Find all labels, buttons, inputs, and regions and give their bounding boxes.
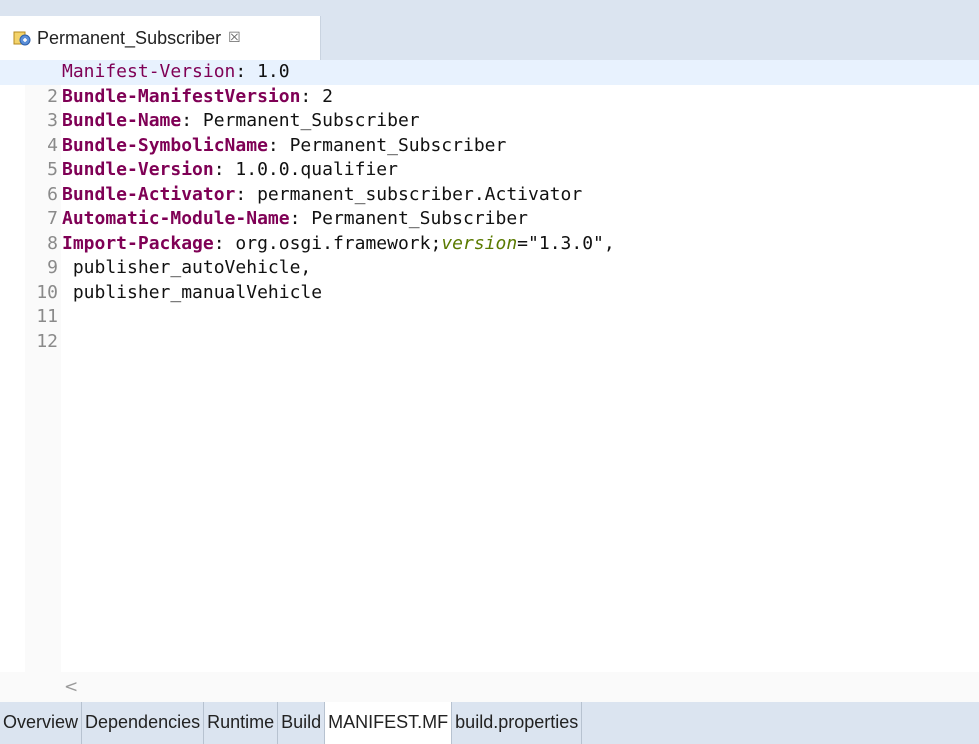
continuation-text: publisher_manualVehicle <box>62 281 323 303</box>
page-tab-manifest-mf[interactable]: MANIFEST.MF <box>325 702 453 744</box>
line-number: 12 <box>36 330 58 352</box>
header-separator: : <box>213 159 236 180</box>
line-number: 5 <box>47 159 58 180</box>
line-number: 10 <box>36 281 58 303</box>
manifest-header-value: Permanent_Subscriber <box>289 134 507 156</box>
manifest-header-value: org.osgi.framework; <box>235 232 442 254</box>
code-line[interactable]: Import-Package: org.osgi.framework;versi… <box>61 232 979 257</box>
horizontal-scrollbar[interactable]: < <box>0 672 979 702</box>
manifest-header-key: Manifest-Version <box>62 61 236 82</box>
line-number-ruler: 123456789101112 <box>25 60 61 672</box>
attribute-equals: = <box>517 232 529 254</box>
code-line[interactable]: Bundle-Name: Permanent_Subscriber <box>61 109 979 134</box>
line-number: 11 <box>36 306 58 327</box>
manifest-header-value: Permanent_Subscriber <box>311 208 529 229</box>
header-separator: : <box>289 208 312 229</box>
manifest-header-value: permanent_subscriber.Activator <box>257 183 583 205</box>
manifest-text-editor[interactable]: 123456789101112 Manifest-Version: 1.0Bun… <box>0 60 979 672</box>
header-separator: : <box>300 85 323 107</box>
line-number: 8 <box>47 232 58 254</box>
header-separator: : <box>213 232 236 254</box>
page-tab-build-properties[interactable]: build.properties <box>452 702 583 744</box>
code-line[interactable]: publisher_autoVehicle, <box>61 256 979 281</box>
editor-tab-strip: Permanent_Subscriber ☒ <box>0 0 979 60</box>
code-line[interactable]: Bundle-Activator: permanent_subscriber.A… <box>61 183 979 208</box>
code-line[interactable]: Bundle-Version: 1.0.0.qualifier <box>61 158 979 183</box>
manifest-header-key: Import-Package <box>62 232 214 254</box>
line-number: 4 <box>47 134 58 156</box>
page-tab-build[interactable]: Build <box>278 702 326 744</box>
manifest-header-key: Bundle-Name <box>62 110 182 131</box>
continuation-text: publisher_autoVehicle, <box>62 257 312 278</box>
code-line[interactable]: publisher_manualVehicle <box>61 281 979 306</box>
line-number: 9 <box>47 257 58 278</box>
line-number: 2 <box>47 85 58 107</box>
code-line[interactable]: Bundle-ManifestVersion: 2 <box>61 85 979 110</box>
page-tab-dependencies[interactable]: Dependencies <box>82 702 205 744</box>
manifest-header-key: Bundle-Version <box>62 159 214 180</box>
attribute-value: "1.3.0" <box>528 232 604 254</box>
page-tab-overview[interactable]: Overview <box>0 702 83 744</box>
editor-tab-permanent-subscriber[interactable]: Permanent_Subscriber ☒ <box>0 16 321 60</box>
code-line[interactable]: Bundle-SymbolicName: Permanent_Subscribe… <box>61 134 979 159</box>
line-number: 6 <box>47 183 58 205</box>
plugin-manifest-icon <box>13 28 33 48</box>
line-number: 3 <box>47 110 58 131</box>
code-line[interactable] <box>61 305 979 330</box>
code-line[interactable]: Automatic-Module-Name: Permanent_Subscri… <box>61 207 979 232</box>
code-line[interactable] <box>61 330 979 355</box>
manifest-header-value: 2 <box>322 85 333 107</box>
header-separator: : <box>235 183 258 205</box>
manifest-header-value: 1.0 <box>257 61 290 82</box>
directive-attribute: version <box>441 232 518 254</box>
editor-page-tabs: Overview Dependencies Runtime Build MANIFEST… <box>0 702 979 744</box>
scroll-left-arrow-icon[interactable]: < <box>64 677 78 697</box>
manifest-header-key: Bundle-Activator <box>62 183 236 205</box>
close-icon[interactable]: ☒ <box>228 30 241 46</box>
code-line[interactable]: Manifest-Version: 1.0 <box>0 60 979 85</box>
manifest-header-value: 1.0.0.qualifier <box>235 159 398 180</box>
page-tab-runtime[interactable]: Runtime <box>204 702 279 744</box>
manifest-header-value: Permanent_Subscriber <box>202 110 420 131</box>
code-area[interactable]: Manifest-Version: 1.0 Bundle-ManifestVers… <box>0 60 979 672</box>
editor-tab-title: Permanent_Subscriber <box>37 27 222 48</box>
header-separator: : <box>267 134 290 156</box>
header-separator: : <box>181 110 203 131</box>
manifest-header-key: Bundle-SymbolicName <box>62 134 268 156</box>
line-tail: , <box>603 232 615 254</box>
manifest-header-key: Bundle-ManifestVersion <box>62 85 301 107</box>
annotation-ruler <box>0 60 25 672</box>
line-number: 7 <box>47 208 58 229</box>
header-separator: : <box>235 61 258 82</box>
manifest-header-key: Automatic-Module-Name <box>62 208 290 229</box>
